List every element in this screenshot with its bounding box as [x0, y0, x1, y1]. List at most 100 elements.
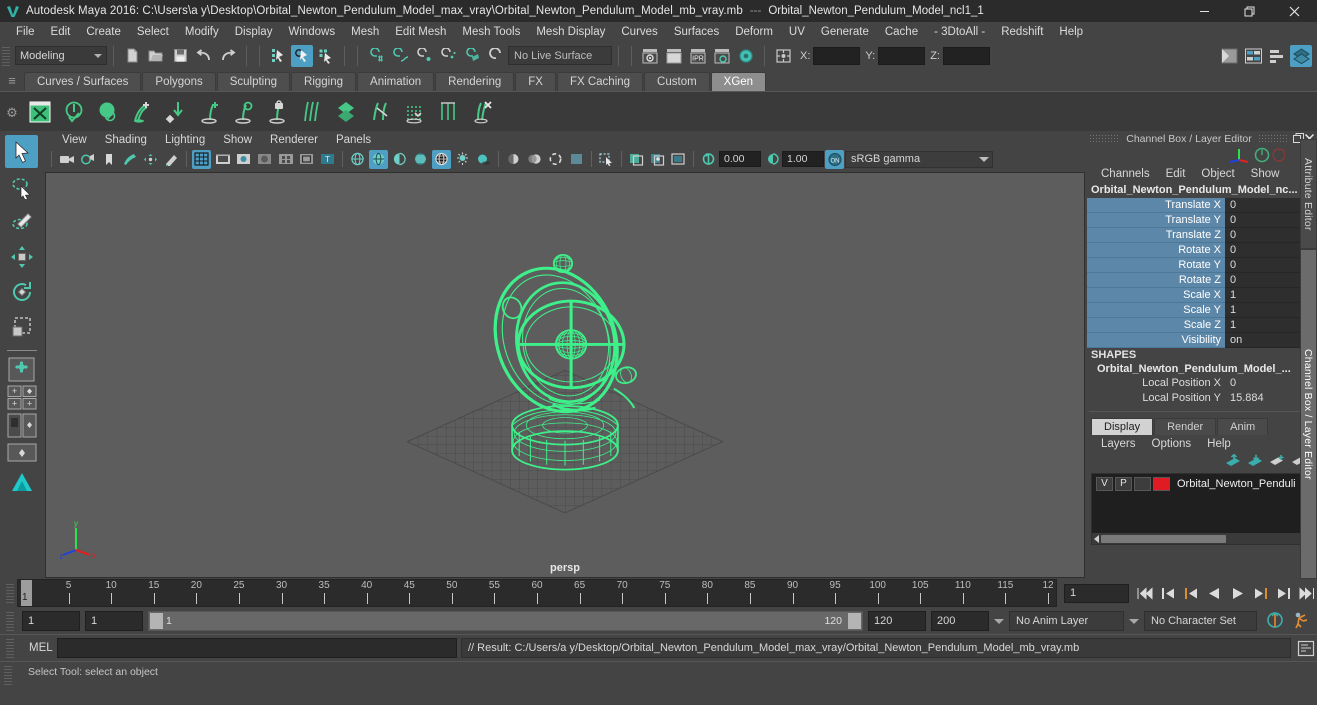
two-d-pan-zoom-icon[interactable]: [141, 150, 160, 169]
snap-to-view-plane-icon[interactable]: [461, 45, 483, 67]
image-plane-icon[interactable]: [120, 150, 139, 169]
shelf-tab-xgen[interactable]: XGen: [710, 72, 767, 91]
save-scene-icon[interactable]: [169, 45, 191, 67]
table-row[interactable]: Local Position Y 15.884: [1087, 391, 1317, 406]
step-back-keyframe-icon[interactable]: [1158, 583, 1179, 603]
xray-toggle-icon[interactable]: [627, 150, 646, 169]
film-origin-icon[interactable]: [276, 150, 295, 169]
layer-color-swatch[interactable]: [1153, 476, 1170, 491]
safe-title-icon[interactable]: T: [318, 150, 337, 169]
flat-shade-icon[interactable]: [411, 150, 430, 169]
viewport-menu-renderer[interactable]: Renderer: [261, 134, 327, 146]
multisample-icon[interactable]: [546, 150, 565, 169]
four-view-layout-button[interactable]: + + +: [6, 384, 37, 410]
list-item[interactable]: V P Orbital_Newton_Penduli: [1092, 474, 1312, 491]
xgen-add-guide-icon[interactable]: [194, 96, 226, 128]
channel-box-menu-object[interactable]: Object: [1193, 168, 1242, 180]
menu-mesh[interactable]: Mesh: [343, 22, 387, 42]
shelf-tab-fx-caching[interactable]: FX Caching: [556, 72, 644, 91]
wireframe-on-shaded-icon[interactable]: [432, 149, 451, 169]
shadows-toggle-icon[interactable]: [474, 150, 493, 169]
3d-viewport[interactable]: y x z persp: [45, 171, 1085, 578]
shelf-collapse-icon[interactable]: ≡: [4, 73, 20, 88]
shelf-tab-custom[interactable]: Custom: [644, 72, 710, 91]
script-editor-icon[interactable]: [1295, 638, 1317, 658]
viewport-menu-view[interactable]: View: [53, 134, 96, 146]
toggle-selection-mask-icon[interactable]: [772, 45, 794, 67]
xgen-create-description-icon[interactable]: [58, 96, 90, 128]
playback-end-time-field[interactable]: 120: [868, 611, 926, 631]
xgen-comb-icon[interactable]: [296, 96, 328, 128]
table-row[interactable]: Visibility on: [1087, 333, 1317, 348]
shelf-tab-rigging[interactable]: Rigging: [291, 72, 357, 91]
layer-display-type-toggle[interactable]: [1134, 476, 1151, 491]
table-row[interactable]: Rotate Y 0: [1087, 258, 1317, 273]
dock-tab-attribute-editor[interactable]: Attribute Editor: [1300, 139, 1317, 249]
render-current-frame-icon[interactable]: [663, 45, 685, 67]
screen-space-ao-icon[interactable]: [504, 150, 523, 169]
layer-menu-help[interactable]: Help: [1199, 438, 1239, 450]
coord-y-field[interactable]: [878, 46, 926, 65]
table-row[interactable]: Translate X 0: [1087, 198, 1317, 213]
layer-menu-layers[interactable]: Layers: [1093, 438, 1144, 450]
layer-tab-display[interactable]: Display: [1091, 418, 1154, 435]
xgen-noise-icon[interactable]: [398, 96, 430, 128]
xgen-lock-guide-icon[interactable]: [262, 96, 294, 128]
shelf-tab-fx[interactable]: FX: [515, 72, 556, 91]
menu-help[interactable]: Help: [1051, 22, 1091, 42]
menu-cache[interactable]: Cache: [877, 22, 926, 42]
coord-x-field[interactable]: [813, 46, 861, 65]
menu-windows[interactable]: Windows: [280, 22, 343, 42]
bookmark-icon[interactable]: [99, 150, 118, 169]
table-row[interactable]: Rotate X 0: [1087, 243, 1317, 258]
command-language-label[interactable]: MEL: [21, 642, 53, 654]
command-input[interactable]: [57, 638, 457, 658]
live-surface-field[interactable]: No Live Surface: [508, 46, 612, 65]
menu-surfaces[interactable]: Surfaces: [666, 22, 727, 42]
depth-of-field-icon[interactable]: [567, 150, 586, 169]
rotate-tool-button[interactable]: [5, 275, 38, 308]
gate-mask-icon[interactable]: [255, 150, 274, 169]
xgen-select-guide-icon[interactable]: [228, 96, 260, 128]
snap-to-grid-icon[interactable]: [365, 45, 387, 67]
layer-tab-render[interactable]: Render: [1154, 418, 1217, 435]
color-management-toggle-icon[interactable]: ON: [825, 149, 844, 169]
redo-icon[interactable]: [217, 45, 239, 67]
exposure-icon[interactable]: [699, 150, 718, 169]
menu-modify[interactable]: Modify: [177, 22, 227, 42]
restore-button[interactable]: [1227, 0, 1272, 22]
paint-selection-tool-button[interactable]: [5, 205, 38, 238]
panel-drag-handle[interactable]: [1089, 134, 1121, 143]
exposure-field[interactable]: 0.00: [719, 151, 761, 168]
anim-layer-chevron-down-icon[interactable]: [994, 618, 1004, 624]
layer-list[interactable]: V P Orbital_Newton_Penduli: [1091, 473, 1313, 545]
layer-menu-options[interactable]: Options: [1144, 438, 1200, 450]
dock-tab-channel-box[interactable]: Channel Box / Layer Editor: [1300, 249, 1317, 579]
lasso-select-tool-button[interactable]: [5, 170, 38, 203]
panel-drag-handle-right[interactable]: [1257, 134, 1289, 143]
hypershade-icon[interactable]: [735, 45, 757, 67]
shelf-tab-animation[interactable]: Animation: [357, 72, 435, 91]
scroll-left-icon[interactable]: [1094, 534, 1099, 543]
xgen-add-groom-icon[interactable]: [126, 96, 158, 128]
menu-mesh-tools[interactable]: Mesh Tools: [454, 22, 528, 42]
character-set-chevron-down-icon[interactable]: [1129, 618, 1139, 624]
xgen-clump-icon[interactable]: [432, 96, 464, 128]
command-line-gripper[interactable]: [6, 637, 14, 659]
shelf-tab-polygons[interactable]: Polygons: [142, 72, 216, 91]
layer-visibility-toggle[interactable]: V: [1096, 476, 1113, 491]
time-slider-gripper[interactable]: [6, 582, 14, 604]
close-button[interactable]: [1272, 0, 1317, 22]
animation-preferences-icon[interactable]: [1293, 611, 1311, 632]
move-layer-up-icon[interactable]: [1225, 453, 1241, 470]
scrollbar-thumb[interactable]: [1101, 534, 1226, 543]
select-tool-button[interactable]: [5, 135, 38, 168]
render-settings-icon[interactable]: [711, 45, 733, 67]
two-pane-layout-button[interactable]: [6, 412, 37, 438]
shelf-options-icon[interactable]: ⚙: [4, 105, 20, 121]
render-view-icon[interactable]: [639, 45, 661, 67]
range-end-handle[interactable]: [848, 613, 861, 629]
shelf-tab-rendering[interactable]: Rendering: [435, 72, 515, 91]
menu-create[interactable]: Create: [78, 22, 129, 42]
menu-edit-mesh[interactable]: Edit Mesh: [387, 22, 454, 42]
